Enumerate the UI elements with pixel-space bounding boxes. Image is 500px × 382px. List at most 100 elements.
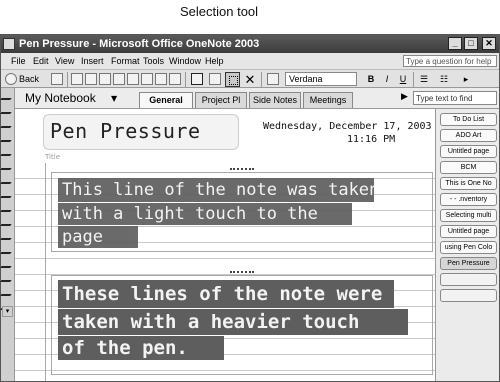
note-container-light[interactable]: This line of the note was taken with a l… <box>51 168 433 252</box>
ink-line-light-3[interactable]: page <box>58 226 138 248</box>
tab-meetings[interactable]: Meetings <box>303 92 353 108</box>
pen-icon[interactable] <box>0 162 16 170</box>
numbering-icon[interactable]: ☷ <box>437 73 451 86</box>
tab-side-notes[interactable]: Side Notes <box>249 92 301 108</box>
new-page-icon[interactable] <box>71 73 83 85</box>
find-input[interactable]: Type text to find <box>413 91 497 105</box>
pen-icon[interactable] <box>0 176 16 184</box>
cut-icon[interactable] <box>127 73 139 85</box>
format-painter-icon[interactable] <box>267 73 279 85</box>
tab-general[interactable]: General <box>139 92 193 108</box>
toolbar: Back ✕ Verdana B I U ☰ ☷ ▸ <box>1 69 499 88</box>
menu-help[interactable]: Help <box>205 56 224 66</box>
page-title[interactable]: Pen Pressure <box>50 119 201 143</box>
page-tab[interactable]: Untitled page <box>440 225 497 238</box>
pen-icon[interactable] <box>0 274 16 282</box>
page-time: 11:16 PM <box>347 134 396 145</box>
font-name-select[interactable]: Verdana <box>285 72 357 86</box>
copy-icon[interactable] <box>141 73 153 85</box>
menu-view[interactable]: View <box>55 56 74 66</box>
maximize-button[interactable]: □ <box>464 37 478 50</box>
pen-icon[interactable] <box>0 106 16 114</box>
page-tab[interactable]: Selecting multi <box>440 209 497 222</box>
page-tab[interactable]: using Pen Colo <box>440 241 497 254</box>
notebook-header: My Notebook ▼ General Project Pl Side No… <box>15 88 499 109</box>
eraser-icon[interactable] <box>209 73 221 85</box>
note-drag-handle[interactable] <box>230 271 254 275</box>
help-search-input[interactable]: Type a question for help <box>403 55 497 67</box>
page-title-container[interactable]: Pen Pressure <box>43 114 239 150</box>
menu-tools[interactable]: Tools <box>143 56 164 66</box>
callout-label: Selection tool <box>180 4 259 19</box>
pen-icon[interactable] <box>0 92 16 100</box>
bullets-icon[interactable]: ☰ <box>417 73 431 86</box>
chevron-down-icon[interactable]: ▼ <box>111 94 117 103</box>
ink-line-heavy-2[interactable]: taken with a heavier touch <box>58 309 408 335</box>
page-tab[interactable]: ADO Art <box>440 129 497 142</box>
forward-icon[interactable] <box>51 73 63 85</box>
toolbar-separator <box>185 72 186 87</box>
close-button[interactable]: ✕ <box>482 37 496 50</box>
ink-line-light-1[interactable]: This line of the note was taken <box>58 178 374 202</box>
toolbar-options-icon[interactable]: ▸ <box>459 73 473 86</box>
notebook-title[interactable]: My Notebook <box>25 91 96 105</box>
window-title: Pen Pressure - Microsoft Office OneNote … <box>19 38 260 50</box>
page-tab[interactable]: - - .nventory <box>440 193 497 206</box>
note-page: Pen Pressure Title Wednesday, December 1… <box>15 109 435 381</box>
bold-button[interactable]: B <box>365 73 377 86</box>
chevron-right-icon[interactable]: ▶ <box>401 92 408 102</box>
delete-x-icon[interactable]: ✕ <box>244 73 256 86</box>
pen-icon[interactable] <box>0 218 16 226</box>
pen-icon[interactable] <box>191 73 203 85</box>
underline-button[interactable]: U <box>397 73 409 86</box>
pen-icon[interactable] <box>0 232 16 240</box>
pen-icon[interactable] <box>0 260 16 268</box>
page-tab[interactable]: To Do List <box>440 113 497 126</box>
page-tab[interactable]: BCM <box>440 161 497 174</box>
back-arrow-icon[interactable] <box>5 73 17 85</box>
onenote-app-icon <box>3 38 15 50</box>
title-bar: Pen Pressure - Microsoft Office OneNote … <box>1 35 499 53</box>
menu-edit[interactable]: Edit <box>33 56 49 66</box>
paste-icon[interactable] <box>155 73 167 85</box>
menu-format[interactable]: Format <box>111 56 140 66</box>
screenshot: Selection tool Pen Pressure - Microsoft … <box>0 0 500 382</box>
print-icon[interactable] <box>99 73 111 85</box>
pen-icon[interactable] <box>0 204 16 212</box>
menu-insert[interactable]: Insert <box>81 56 104 66</box>
page-tab[interactable]: Untitled page <box>440 145 497 158</box>
note-container-heavy[interactable]: These lines of the note were taken with … <box>51 271 433 375</box>
pen-icon[interactable] <box>0 190 16 198</box>
page-title-area: Pen Pressure Title Wednesday, December 1… <box>15 109 435 163</box>
page-tab-blank[interactable] <box>440 289 497 302</box>
page-tab-pen-pressure[interactable]: Pen Pressure <box>440 257 497 270</box>
back-button[interactable]: Back <box>19 73 39 86</box>
pen-icon[interactable] <box>0 148 16 156</box>
toolbar-separator <box>67 72 68 87</box>
save-icon[interactable] <box>85 73 97 85</box>
selection-tool-icon[interactable] <box>225 72 240 87</box>
toolbar-separator <box>413 72 414 87</box>
margin-line <box>45 163 46 381</box>
ink-line-heavy-1[interactable]: These lines of the note were <box>58 280 394 308</box>
onenote-window: Pen Pressure - Microsoft Office OneNote … <box>0 34 500 382</box>
pen-icon[interactable] <box>0 120 16 128</box>
italic-button[interactable]: I <box>381 73 393 86</box>
ink-line-light-2[interactable]: with a light touch to the <box>58 203 352 225</box>
pen-icon[interactable] <box>0 288 16 296</box>
menu-file[interactable]: File <box>11 56 26 66</box>
research-icon[interactable] <box>113 73 125 85</box>
ink-line-heavy-3[interactable]: of the pen. <box>58 336 224 360</box>
undo-icon[interactable] <box>169 73 181 85</box>
page-tab[interactable]: This is One No <box>440 177 497 190</box>
pen-icon[interactable] <box>0 246 16 254</box>
pen-icon[interactable] <box>0 134 16 142</box>
chevron-down-icon[interactable]: ▾ <box>2 306 13 317</box>
tab-project-pl[interactable]: Project Pl <box>195 92 247 108</box>
minimize-button[interactable]: _ <box>448 37 462 50</box>
page-tab-blank[interactable] <box>440 273 497 286</box>
menu-window[interactable]: Window <box>169 56 201 66</box>
note-drag-handle[interactable] <box>230 168 254 172</box>
page-date: Wednesday, December 17, 2003 <box>263 121 432 132</box>
menu-bar: File Edit View Insert Format Tools Windo… <box>1 53 499 69</box>
